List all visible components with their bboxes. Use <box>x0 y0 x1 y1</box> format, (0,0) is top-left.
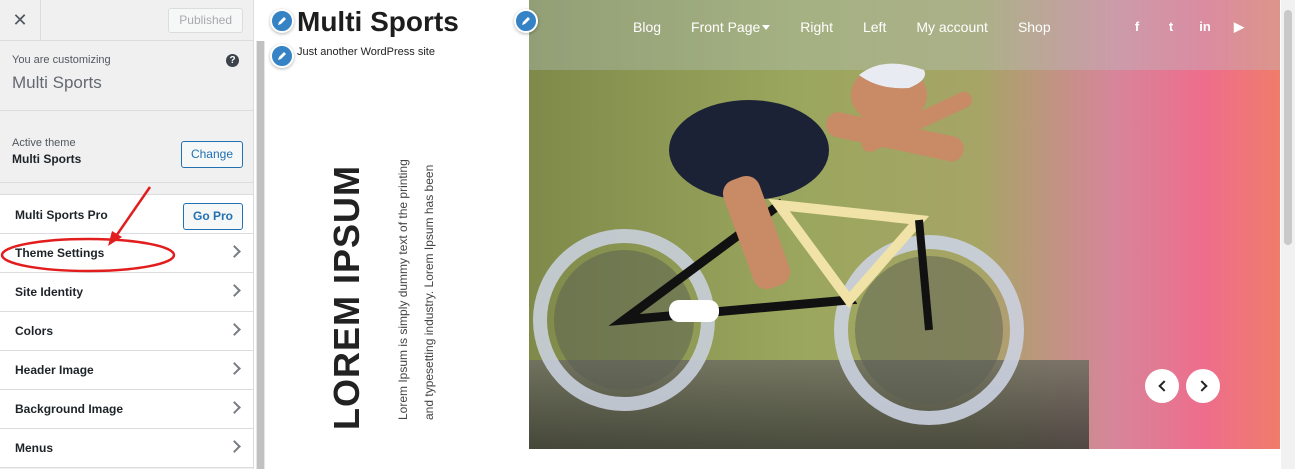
customizing-info: You are customizing Multi Sports ? <box>0 41 253 111</box>
section-menus[interactable]: Menus <box>0 429 253 468</box>
nav-front-page[interactable]: Front Page <box>691 19 771 35</box>
section-label: Background Image <box>15 402 124 416</box>
edit-pencil-icon[interactable] <box>270 44 294 68</box>
sections-list: Multi Sports Pro Go Pro Theme Settings S… <box>0 194 253 468</box>
section-label: Theme Settings <box>15 246 105 260</box>
go-pro-button[interactable]: Go Pro <box>182 203 243 230</box>
slider-controls <box>1145 369 1220 403</box>
section-label: Site Identity <box>15 285 84 299</box>
nav-my-account[interactable]: My account <box>916 19 988 35</box>
help-icon[interactable]: ? <box>226 54 239 67</box>
chevron-right-icon <box>228 284 241 297</box>
section-label: Menus <box>15 441 54 455</box>
slide-title: LOREM IPSUM <box>326 164 367 430</box>
chevron-right-icon <box>1195 380 1208 392</box>
change-theme-button[interactable]: Change <box>180 141 243 168</box>
close-icon[interactable]: ✕ <box>0 0 41 40</box>
customizing-site-name: Multi Sports <box>12 73 102 92</box>
caret-down-icon <box>762 25 771 30</box>
section-label: Header Image <box>15 363 94 377</box>
edit-pencil-icon[interactable] <box>270 9 294 33</box>
customizer-sidebar: ✕ Published You are customizing Multi Sp… <box>0 0 254 469</box>
slide-caption: LOREM IPSUM Lorem Ipsum is simply dummy … <box>326 150 456 430</box>
edit-pencil-icon[interactable] <box>514 9 538 33</box>
primary-nav: Blog Front Page Right Left My account Sh… <box>633 19 1081 35</box>
slide-text: Lorem Ipsum is simply dummy text of the … <box>396 159 436 420</box>
scrollbar-thumb[interactable] <box>1284 10 1292 245</box>
section-background-image[interactable]: Background Image <box>0 390 253 429</box>
site-preview: Multi Sports Just another WordPress site <box>268 0 1280 469</box>
nav-front-page-label: Front Page <box>691 19 761 35</box>
twitter-icon[interactable]: t <box>1164 19 1178 35</box>
youtube-icon[interactable]: ▶ <box>1232 19 1246 35</box>
pro-section: Multi Sports Pro Go Pro <box>0 194 253 234</box>
sidebar-scrollbar[interactable] <box>256 41 265 469</box>
chevron-left-icon <box>1157 380 1170 392</box>
section-header-image[interactable]: Header Image <box>0 351 253 390</box>
social-icons: f t in ▶ <box>1130 19 1246 35</box>
pro-label: Multi Sports Pro <box>15 208 108 222</box>
chevron-right-icon <box>228 323 241 336</box>
chevron-right-icon <box>228 245 241 258</box>
scrollbar-thumb[interactable] <box>257 41 264 469</box>
nav-blog[interactable]: Blog <box>633 19 661 35</box>
nav-shop[interactable]: Shop <box>1018 19 1051 35</box>
chevron-right-icon <box>228 362 241 375</box>
site-tagline: Just another WordPress site <box>297 46 435 58</box>
facebook-icon[interactable]: f <box>1130 19 1144 35</box>
slider-prev-button[interactable] <box>1145 369 1179 403</box>
section-theme-settings[interactable]: Theme Settings <box>0 234 253 273</box>
chevron-right-icon <box>228 401 241 414</box>
chevron-right-icon <box>228 440 241 453</box>
preview-scrollbar[interactable] <box>1281 0 1295 469</box>
section-site-identity[interactable]: Site Identity <box>0 273 253 312</box>
section-colors[interactable]: Colors <box>0 312 253 351</box>
published-button[interactable]: Published <box>168 8 243 33</box>
sidebar-header: ✕ Published <box>0 0 253 41</box>
site-title[interactable]: Multi Sports <box>297 6 459 38</box>
section-label: Colors <box>15 324 54 338</box>
nav-right[interactable]: Right <box>800 19 833 35</box>
customizing-label: You are customizing <box>12 54 111 66</box>
nav-left[interactable]: Left <box>863 19 886 35</box>
slider-next-button[interactable] <box>1186 369 1220 403</box>
linkedin-icon[interactable]: in <box>1198 19 1212 35</box>
